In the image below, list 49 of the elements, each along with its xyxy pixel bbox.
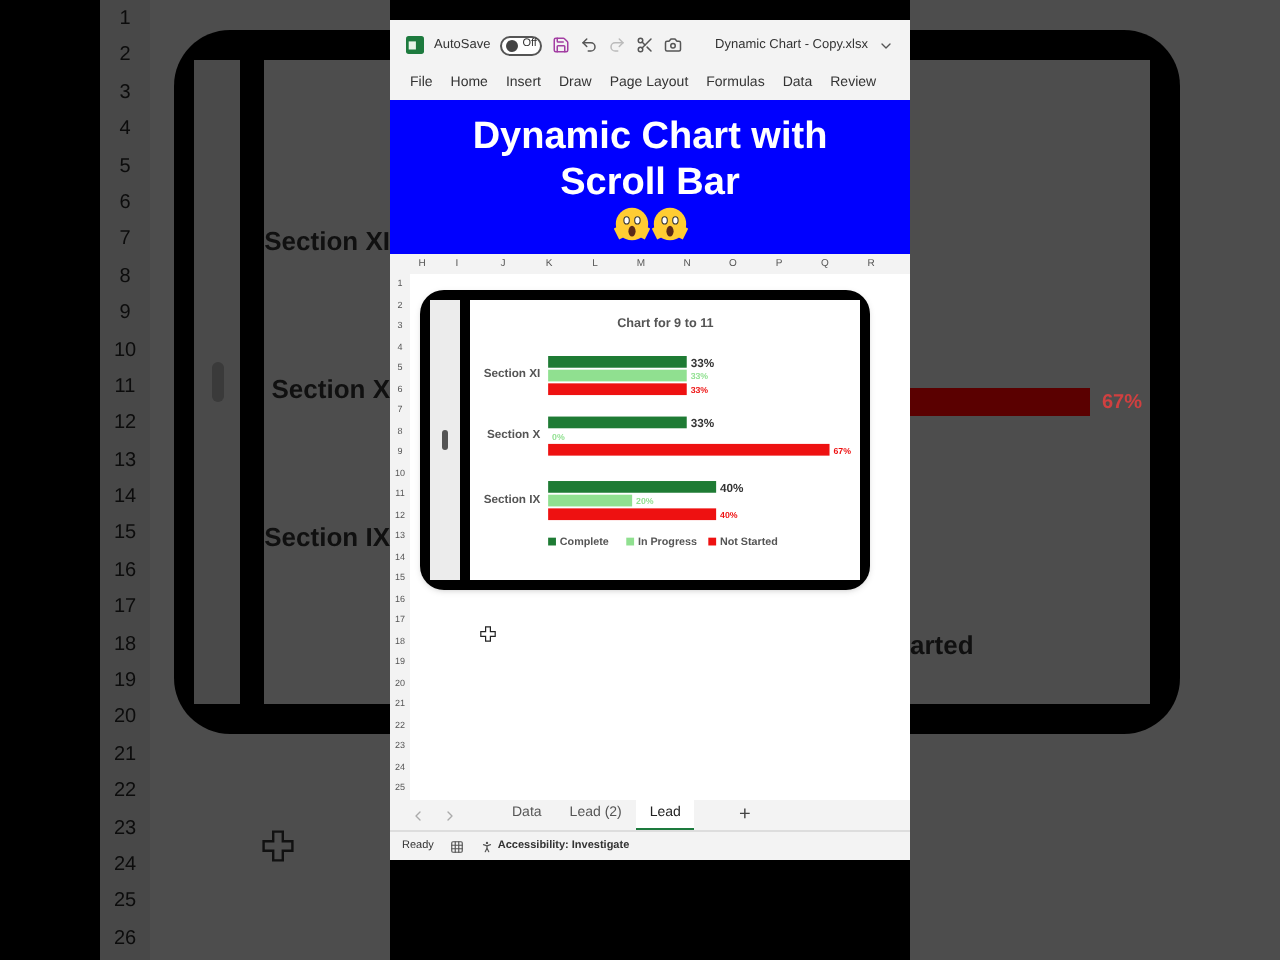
row-number: 23	[111, 815, 139, 844]
category-label: Section XI	[264, 224, 390, 260]
screaming-face-icon	[613, 205, 649, 241]
scroll-thumb	[441, 430, 448, 450]
row-number: 3	[117, 79, 133, 108]
legend-swatch	[707, 537, 716, 546]
row-number: 6	[117, 189, 133, 218]
save-icon[interactable]	[552, 36, 571, 54]
category-label: Section IX	[264, 520, 390, 556]
cursor-icon	[262, 830, 294, 862]
row-number: 17	[111, 594, 139, 623]
row-number: 24	[111, 851, 139, 880]
row-number: 8	[117, 263, 133, 292]
legend-swatch	[547, 537, 556, 546]
row-number: 1	[117, 6, 133, 34]
cut-icon[interactable]	[636, 36, 655, 54]
row-number: 26	[111, 925, 139, 954]
data-label: 67%	[1102, 389, 1143, 417]
row-number: 25	[111, 888, 139, 917]
row-number: 18	[111, 631, 139, 660]
category-label: Section X	[271, 372, 390, 408]
legend-swatch	[625, 537, 634, 546]
row-number: 15	[111, 520, 139, 549]
row-number: 13	[111, 447, 139, 476]
row-number: 2	[117, 42, 133, 71]
row-number: 5	[117, 153, 133, 182]
grid-icon[interactable]	[449, 839, 464, 853]
row-number: 14	[111, 484, 139, 513]
row-number: 9	[117, 300, 133, 329]
row-number: 10	[111, 337, 139, 366]
legend-label: arted	[910, 628, 976, 664]
spreadsheet-app-icon	[406, 36, 424, 54]
row-number: 21	[111, 741, 139, 770]
screaming-face-icon	[651, 205, 687, 241]
row-number: 11	[112, 373, 138, 402]
cursor-icon	[480, 626, 496, 642]
row-number: 12	[111, 410, 139, 439]
undo-icon[interactable]	[580, 36, 599, 54]
row-number: 7	[117, 226, 133, 255]
camera-icon[interactable]	[664, 36, 683, 54]
accessibility-icon[interactable]	[479, 839, 494, 853]
bar	[547, 416, 687, 429]
row-number: 19	[111, 668, 139, 697]
row-number: 4	[117, 116, 133, 145]
add-sheet-button[interactable]: +	[738, 800, 751, 830]
row-number: 20	[111, 704, 139, 733]
row-number: 22	[111, 778, 139, 807]
banner-title: Dynamic Chart with Scroll Bar	[470, 113, 830, 205]
row-number: 16	[111, 557, 139, 586]
